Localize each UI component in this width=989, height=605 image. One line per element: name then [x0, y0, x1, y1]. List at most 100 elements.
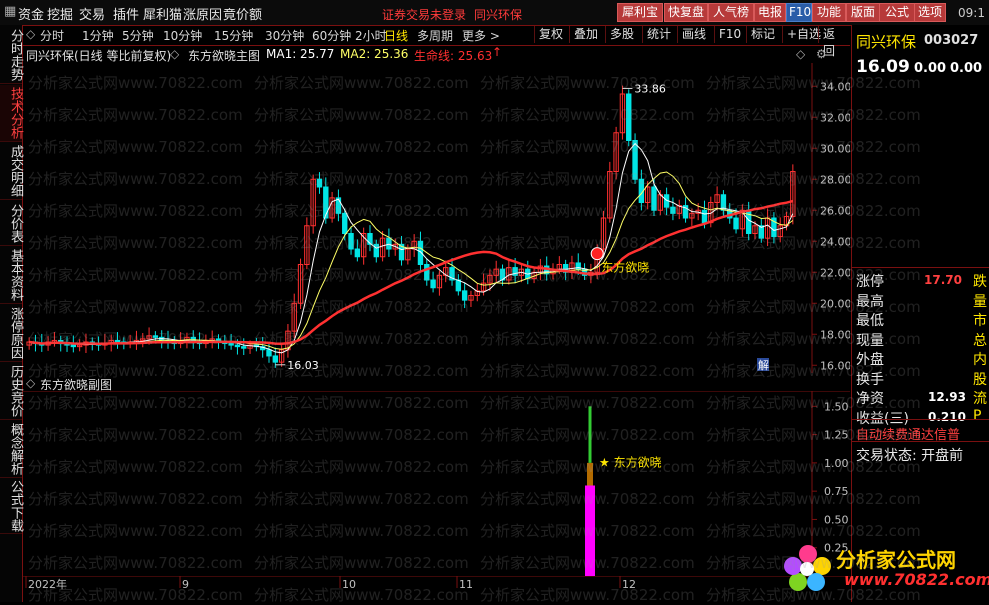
sub-y-tick-label: 1.25: [824, 429, 849, 442]
tool-button-2[interactable]: 人气榜: [708, 3, 754, 22]
candle-body: [461, 290, 468, 301]
toolbar-button-1[interactable]: 叠加: [569, 26, 602, 43]
options-icon[interactable]: ⚙: [816, 47, 827, 61]
candle-body: [316, 178, 323, 188]
jie-badge-label: 解: [758, 358, 769, 372]
y-tick-label: 34.00: [820, 80, 850, 93]
period-2[interactable]: 5分钟: [122, 27, 154, 44]
candle-body: [701, 209, 708, 224]
tool-button-7[interactable]: 公式: [879, 3, 915, 22]
menu-logo-icon[interactable]: ▦: [4, 4, 16, 19]
sub-collapse-icon[interactable]: ◇: [26, 376, 35, 390]
candle-body: [342, 212, 348, 235]
tool-button-6[interactable]: 版面: [846, 3, 880, 22]
x-axis: 2022年 9 10 11 12: [22, 576, 850, 591]
period-0[interactable]: 分时: [40, 27, 64, 44]
signal-ball-icon: [590, 247, 604, 261]
tool-button-8[interactable]: 选项: [914, 3, 946, 22]
period-9[interactable]: 多周期: [417, 27, 453, 44]
toolbar-button-2[interactable]: 多股: [605, 26, 638, 43]
toolbar-button-6[interactable]: 标记: [746, 26, 779, 43]
period-3[interactable]: 10分钟: [163, 27, 202, 44]
stat-label-3: 现量: [856, 332, 884, 349]
y-tick-label: 24.00: [820, 235, 850, 248]
tool-button-4[interactable]: F10: [786, 3, 812, 22]
toolbar-button-3[interactable]: 统计: [642, 26, 675, 43]
candle-body: [348, 233, 354, 250]
left-tab-7[interactable]: 概念解析: [0, 421, 23, 478]
period-6[interactable]: 60分钟: [312, 27, 351, 44]
menu-bar: 资金 挖掘 交易 插件 犀利猫 涨原因 竟价额 ▦ 证券交易未登录 同兴环保 犀利宝 快复盘 人气…: [0, 0, 989, 26]
left-tab-5[interactable]: 涨停原因: [0, 305, 23, 362]
login-notice[interactable]: 证券交易未登录: [382, 6, 466, 23]
ma2-value: MA2: 25.36: [340, 47, 409, 61]
toolbar-button-8[interactable]: 返回: [818, 26, 850, 58]
clock: 09:1: [958, 6, 985, 20]
stat-extra-3: 总: [973, 332, 987, 349]
stat-extra-5: 股: [973, 371, 987, 388]
sub-y-tick-label: 1.50: [824, 400, 849, 413]
candle-body: [455, 279, 462, 292]
left-tab-1[interactable]: 技术分析: [0, 85, 23, 142]
candle-body: [228, 343, 234, 346]
tool-button-0[interactable]: 犀利宝: [617, 3, 663, 22]
period-toolbar: 分时 1分钟 5分钟 10分钟 15分钟 30分钟 60分钟 2小时 日线 多周期 更多 > ◇ 复权叠…: [22, 25, 850, 58]
divider: [852, 419, 989, 420]
menu-item-0[interactable]: 资金: [18, 4, 44, 23]
candle-body: [651, 186, 657, 211]
toolbar-button-5[interactable]: F10: [714, 26, 745, 43]
menu-item-4[interactable]: 犀利猫: [143, 4, 182, 23]
chart-title: 同兴环保(日线 等比前复权): [26, 49, 172, 63]
candle-body: [152, 335, 159, 338]
left-tab-2[interactable]: 成交明细: [0, 143, 23, 200]
menu-item-1[interactable]: 挖掘: [47, 4, 73, 23]
period-1[interactable]: 1分钟: [82, 27, 114, 44]
y-tick-label: 22.00: [820, 266, 850, 279]
period-5[interactable]: 30分钟: [265, 27, 304, 44]
x-tick-label: 9: [182, 578, 189, 591]
candle-body: [373, 243, 379, 258]
y-tick-label: 30.00: [820, 142, 850, 155]
tool-button-5[interactable]: 功能: [812, 3, 846, 22]
tool-button-3[interactable]: 电报: [754, 3, 786, 22]
site-logo: 分析家公式网 www.70822.com: [782, 540, 989, 598]
left-tab-8[interactable]: 公式下载: [0, 479, 23, 534]
collapse-icon[interactable]: ◇: [170, 47, 179, 61]
candle-body: [70, 344, 77, 348]
left-tab-4[interactable]: 基本资料: [0, 247, 23, 304]
toolbar-button-0[interactable]: 复权: [534, 26, 567, 43]
signal-bar-segment: [587, 462, 593, 486]
left-tab-3[interactable]: 分价表: [0, 201, 23, 246]
period-collapse-icon[interactable]: ◇: [26, 27, 35, 41]
main-chart[interactable]: 16.00 18.00 20.00 22.00 24.00 26.00 28.00 30.00…: [22, 63, 850, 373]
life-line: [29, 199, 794, 346]
indicator-name[interactable]: 东方欲晓主图: [188, 47, 260, 64]
stock-notice[interactable]: 同兴环保: [474, 6, 522, 23]
period-8[interactable]: 日线: [384, 27, 408, 44]
period-4[interactable]: 15分钟: [214, 27, 253, 44]
period-10[interactable]: 更多 >: [462, 27, 500, 44]
sub-chart[interactable]: 0.250.500.751.001.251.50★ 东方欲晓: [22, 391, 850, 576]
high-price-label: 33.86: [634, 82, 666, 95]
life-line-value: 生命线: 25.63: [414, 49, 493, 63]
x-tick-label: 11: [459, 578, 473, 591]
logo-title: 分析家公式网: [836, 548, 956, 572]
stat-label-2: 最低: [856, 313, 884, 329]
candle-body: [733, 217, 739, 230]
candle-body: [670, 206, 676, 214]
menu-item-3[interactable]: 插件: [113, 4, 139, 23]
y-tick-label: 32.00: [820, 111, 850, 124]
period-7[interactable]: 2小时: [355, 27, 387, 44]
stat-extra-4: 内: [973, 352, 987, 368]
diamond-icon[interactable]: ◇: [796, 47, 805, 61]
left-tab-6[interactable]: 历史竞价: [0, 363, 23, 420]
menu-item-6[interactable]: 竟价额: [223, 4, 262, 23]
menu-item-2[interactable]: 交易: [79, 4, 105, 23]
tool-button-1[interactable]: 快复盘: [664, 3, 708, 22]
toolbar-button-4[interactable]: 画线: [677, 26, 710, 43]
menu-item-5[interactable]: 涨原因: [183, 4, 222, 23]
flower-logo-icon: [784, 545, 831, 591]
signal-bar-segment: [585, 485, 595, 576]
left-tab-0[interactable]: 分时走势: [0, 27, 23, 84]
stock-name: 同兴环保: [856, 33, 917, 51]
